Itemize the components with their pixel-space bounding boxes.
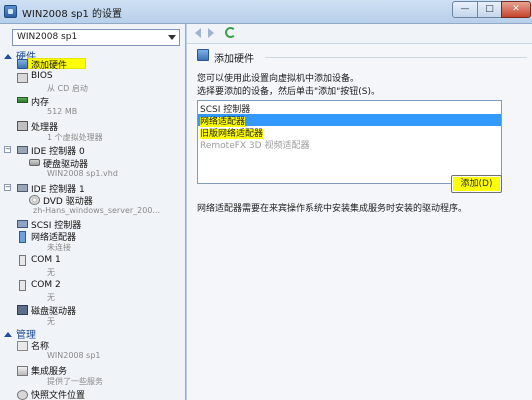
settings-tree-pane: WIN2008 sp1 硬件 添加硬件 BIOS 从 CD 启动 内存 512 … <box>0 24 186 400</box>
tree-item-add-hardware-label: 添加硬件 <box>31 61 68 71</box>
group-title: 添加硬件 <box>214 54 254 65</box>
tree-item-name-sub: WIN2008 sp1 <box>47 351 101 360</box>
tree-item-com2[interactable]: COM 2 <box>31 280 61 292</box>
refresh-icon[interactable] <box>225 27 236 38</box>
section-management[interactable]: 管理 <box>4 326 36 341</box>
tree-item-floppy-sub: 无 <box>47 317 55 326</box>
title-bar: WIN2008 sp1 的设置 — □ ✕ <box>0 0 532 24</box>
integration-services-icon <box>17 366 28 376</box>
forward-arrow-icon[interactable] <box>208 28 214 38</box>
device-listbox[interactable]: SCSI 控制器 网络适配器 旧版网络适配器 RemoteFX 3D 视频适配器 <box>197 100 502 184</box>
tree-item-processor[interactable]: 处理器 <box>31 120 58 133</box>
tree-item-memory[interactable]: 内存 <box>31 95 49 108</box>
chevron-down-icon[interactable] <box>168 35 176 40</box>
device-option-remotefx[interactable]: RemoteFX 3D 视频适配器 <box>198 138 501 151</box>
tree-item-network-adapter-sub: 未连接 <box>47 243 71 252</box>
tree-item-network-adapter[interactable]: 网络适配器 <box>31 230 76 243</box>
tree-item-scsi[interactable]: SCSI 控制器 <box>31 218 81 231</box>
collapse-ide0-icon[interactable]: − <box>4 146 11 153</box>
collapse-ide1-icon[interactable]: − <box>4 184 11 191</box>
ide-controller-icon <box>17 184 28 192</box>
tree-item-com2-label: COM 2 <box>31 280 61 290</box>
tree-item-ide1[interactable]: IDE 控制器 1 <box>31 182 85 195</box>
tree-item-com1-sub: 无 <box>47 268 55 277</box>
tree-item-snapshot[interactable]: 快照文件位置 <box>31 388 85 400</box>
com-port-icon <box>19 280 26 291</box>
back-arrow-icon[interactable] <box>195 28 201 38</box>
processor-icon <box>17 121 28 131</box>
settings-detail-pane: 添加硬件 您可以使用此设置向虚拟机中添加设备。 选择要添加的设备，然后单击"添加… <box>187 24 532 400</box>
tree-item-integration-sub: 提供了一些服务 <box>47 377 103 386</box>
snapshot-location-icon <box>17 390 28 400</box>
tree-item-bios[interactable]: BIOS <box>31 71 53 83</box>
name-icon <box>17 341 28 351</box>
tree-item-name[interactable]: 名称 <box>31 339 49 352</box>
device-option-scsi[interactable]: SCSI 控制器 <box>198 102 501 115</box>
collapse-caret-icon[interactable] <box>4 332 12 337</box>
bios-icon <box>17 73 28 83</box>
tree-item-dvd[interactable]: DVD 驱动器 <box>43 194 93 207</box>
tree-item-bios-sub: 从 CD 启动 <box>47 84 88 93</box>
settings-app-icon <box>4 5 17 18</box>
scsi-controller-icon <box>17 220 28 228</box>
device-option-network-adapter[interactable]: 网络适配器 <box>198 114 501 127</box>
tree-item-add-hardware[interactable]: 添加硬件 <box>31 58 68 71</box>
tree-item-integration[interactable]: 集成服务 <box>31 364 67 377</box>
tree-item-floppy[interactable]: 磁盘驱动器 <box>31 304 76 317</box>
tree-item-dvd-sub: zh-Hans_windows_server_200... <box>33 206 161 215</box>
dvd-drive-icon <box>29 195 40 205</box>
ide-controller-icon <box>17 146 28 154</box>
tree-item-snapshot-label: 快照文件位置 <box>31 391 86 400</box>
vm-selector-value: WIN2008 sp1 <box>17 32 78 42</box>
network-adapter-icon <box>19 231 26 243</box>
tree-item-com1[interactable]: COM 1 <box>31 255 61 267</box>
com-port-icon <box>19 255 26 266</box>
tree-item-com1-label: COM 1 <box>31 255 61 265</box>
vm-selector-dropdown[interactable]: WIN2008 sp1 <box>12 29 180 46</box>
nav-toolbar <box>187 24 532 44</box>
tree-item-processor-sub: 1 个虚拟处理器 <box>47 133 103 142</box>
collapse-caret-icon[interactable] <box>4 54 12 59</box>
group-divider <box>265 57 527 58</box>
add-hardware-icon <box>197 49 209 61</box>
tree-item-ide0-label: IDE 控制器 0 <box>31 147 85 157</box>
tree-item-ide0[interactable]: IDE 控制器 0 <box>31 144 85 157</box>
maximize-button[interactable]: □ <box>477 1 502 18</box>
window-title: WIN2008 sp1 的设置 <box>22 9 123 20</box>
tree-item-hdd-sub: WIN2008 sp1.vhd <box>47 169 118 178</box>
device-option-remotefx-label: RemoteFX 3D 视频适配器 <box>200 141 310 151</box>
close-button[interactable]: ✕ <box>501 1 531 18</box>
driver-note: 网络适配器需要在来宾操作系统中安装集成服务时安装的驱动程序。 <box>197 204 468 214</box>
hard-drive-icon <box>29 159 40 166</box>
tree-item-com2-sub: 无 <box>47 293 55 302</box>
floppy-drive-icon <box>17 305 28 315</box>
tree-item-bios-label: BIOS <box>31 71 53 81</box>
device-option-legacy-network-adapter[interactable]: 旧版网络适配器 <box>198 126 501 139</box>
tree-item-memory-sub: 512 MB <box>47 107 78 116</box>
description-line-2: 选择要添加的设备，然后单击"添加"按钮(S)。 <box>197 87 381 97</box>
add-button[interactable]: 添加(D) <box>451 175 502 193</box>
description-line-1: 您可以使用此设置向虚拟机中添加设备。 <box>197 74 360 84</box>
minimize-button[interactable]: — <box>452 1 478 18</box>
memory-icon <box>17 97 28 103</box>
add-hardware-icon <box>17 59 28 69</box>
tree-item-hdd[interactable]: 硬盘驱动器 <box>43 157 88 170</box>
